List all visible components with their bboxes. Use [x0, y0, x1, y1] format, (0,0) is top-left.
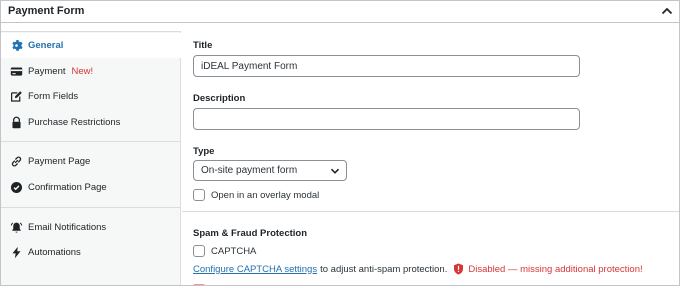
title-label: Title	[193, 40, 213, 51]
overlay-modal-checkbox[interactable]	[193, 189, 205, 201]
overlay-modal-option: Open in an overlay modal	[193, 189, 319, 201]
captcha-help: Configure CAPTCHA settings to adjust ant…	[193, 263, 643, 275]
type-select[interactable]: On-site payment form	[193, 160, 347, 181]
collapse-toggle-icon[interactable]	[659, 3, 675, 19]
sidebar-item-label: Email Notifications	[28, 222, 107, 233]
captcha-option: CAPTCHA	[193, 245, 256, 257]
general-settings-content: Title Description Type On-site payment f…	[182, 24, 679, 285]
sidebar-item-label: General	[28, 40, 64, 51]
bell-icon	[10, 221, 23, 234]
sidebar-item-label: Automations	[28, 247, 81, 258]
description-input[interactable]	[193, 108, 580, 130]
captcha-warning: Disabled — missing additional protection…	[468, 263, 643, 275]
title-input[interactable]	[193, 55, 580, 77]
captcha-label: CAPTCHA	[211, 245, 257, 257]
new-badge: New!	[71, 66, 94, 77]
shield-warning-icon	[453, 263, 464, 275]
sidebar-divider	[1, 207, 181, 208]
sidebar-item-label: Form Fields	[28, 91, 79, 102]
sidebar-item-general[interactable]: General	[1, 33, 182, 58]
panel-title: Payment Form	[8, 5, 85, 17]
bolt-icon	[10, 246, 23, 259]
captcha-help-text: to adjust anti-spam protection.	[320, 263, 448, 275]
sidebar-item-payment-page[interactable]: Payment Page	[1, 149, 180, 174]
sidebar-top	[1, 24, 181, 32]
type-label: Type	[193, 146, 215, 157]
type-select-value: On-site payment form	[201, 165, 298, 176]
captcha-checkbox[interactable]	[193, 245, 205, 257]
description-label: Description	[193, 93, 246, 104]
link-icon	[10, 155, 23, 168]
chevron-down-icon	[330, 166, 340, 176]
payment-form-panel: Payment Form General Payment New! Form F…	[0, 0, 680, 286]
sidebar-item-payment[interactable]: Payment New!	[1, 59, 180, 84]
sidebar-item-label: Confirmation Page	[28, 182, 107, 193]
panel-header: Payment Form	[1, 1, 679, 23]
sidebar-item-label: Purchase Restrictions	[28, 117, 121, 128]
check-circle-icon	[10, 181, 23, 194]
credit-card-icon	[10, 65, 23, 78]
overlay-modal-label: Open in an overlay modal	[211, 189, 320, 201]
section-divider	[182, 211, 679, 212]
spam-protection-heading: Spam & Fraud Protection	[193, 228, 308, 239]
sidebar-item-label: Payment	[28, 66, 66, 77]
gear-icon	[10, 39, 23, 52]
configure-captcha-link[interactable]: Configure CAPTCHA settings	[193, 264, 317, 275]
sidebar-item-email-notifications[interactable]: Email Notifications	[1, 215, 180, 240]
lock-icon	[10, 116, 23, 129]
sidebar-item-confirmation-page[interactable]: Confirmation Page	[1, 175, 180, 200]
settings-sidebar: General Payment New! Form Fields Purchas…	[1, 24, 182, 285]
sidebar-item-automations[interactable]: Automations	[1, 240, 180, 265]
edit-icon	[10, 90, 23, 103]
sidebar-divider	[1, 141, 181, 142]
sidebar-item-label: Payment Page	[28, 156, 91, 167]
sidebar-item-form-fields[interactable]: Form Fields	[1, 84, 180, 109]
sidebar-item-purchase-restrictions[interactable]: Purchase Restrictions	[1, 110, 180, 135]
